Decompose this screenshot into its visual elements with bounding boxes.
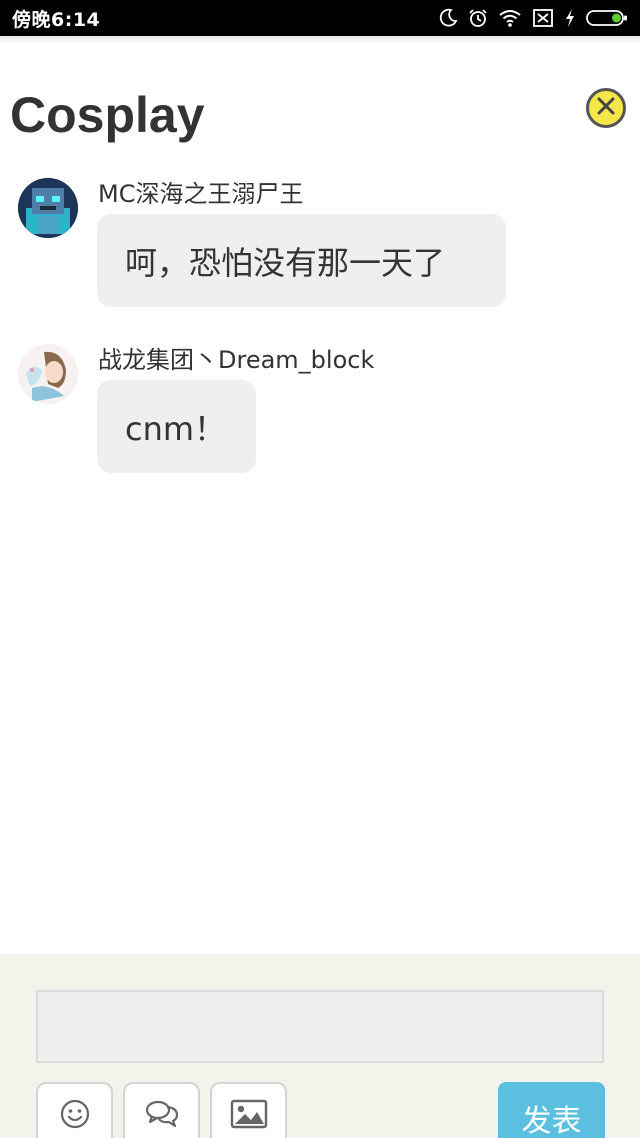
- comment-input[interactable]: [36, 990, 604, 1063]
- avatar-drowned-icon: [18, 178, 78, 238]
- status-bar-shadow: [0, 36, 640, 44]
- emoji-button[interactable]: [36, 1082, 113, 1138]
- image-button[interactable]: [210, 1082, 287, 1138]
- status-icons: [438, 8, 628, 28]
- chat-button[interactable]: [123, 1082, 200, 1138]
- sender-name: 战龙集团丶Dream_block: [98, 346, 375, 374]
- sender-name: MC深海之王溺尸王: [98, 180, 304, 208]
- message-bubble: cnm！: [97, 380, 256, 473]
- composer-bar: 发表: [0, 954, 640, 1138]
- emoji-icon: [59, 1098, 91, 1134]
- image-icon: [230, 1098, 268, 1134]
- alarm-icon: [468, 8, 488, 28]
- avatar[interactable]: [18, 178, 78, 238]
- status-bar: 傍晚6:14: [0, 0, 640, 36]
- battery-icon: [586, 8, 628, 28]
- close-circle-icon: [595, 95, 617, 121]
- close-button[interactable]: [586, 88, 626, 128]
- moon-icon: [438, 8, 458, 28]
- chat-bubbles-icon: [144, 1098, 180, 1134]
- status-time: 傍晚6:14: [12, 8, 101, 31]
- submit-button[interactable]: 发表: [498, 1082, 605, 1138]
- avatar[interactable]: [18, 344, 78, 404]
- page-title: Cosplay: [10, 87, 205, 143]
- charging-icon: [564, 8, 576, 28]
- avatar-anime-icon: [18, 344, 78, 404]
- message-bubble: 呵，恐怕没有那一天了: [97, 214, 506, 307]
- wifi-icon: [498, 8, 522, 28]
- sim-off-icon: [532, 8, 554, 28]
